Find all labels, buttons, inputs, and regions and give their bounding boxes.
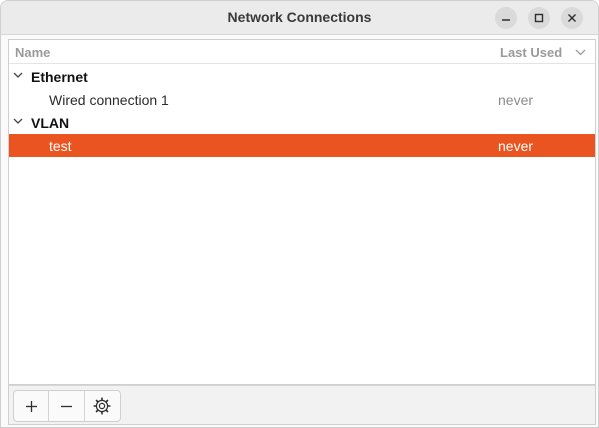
minimize-button[interactable] xyxy=(495,7,517,29)
group-row-vlan[interactable]: VLAN xyxy=(9,111,595,134)
bottom-toolbar xyxy=(8,385,596,425)
add-connection-button[interactable] xyxy=(14,391,50,421)
column-header-last-used[interactable]: Last Used xyxy=(500,45,562,60)
column-header-name[interactable]: Name xyxy=(15,45,50,60)
group-label: Ethernet xyxy=(31,69,88,85)
connection-name: Wired connection 1 xyxy=(49,92,169,108)
connection-last-used: never xyxy=(498,92,534,108)
title-bar[interactable]: Network Connections xyxy=(1,1,598,35)
connection-name: test xyxy=(49,138,72,154)
toolbar-button-group xyxy=(13,390,121,422)
remove-connection-button[interactable] xyxy=(49,391,85,421)
connection-row-selected[interactable]: test never xyxy=(9,134,595,157)
network-connections-window: Network Connections Name Last Used Ether… xyxy=(0,0,599,428)
edit-connection-button[interactable] xyxy=(85,391,120,421)
settings-icon xyxy=(93,397,111,415)
maximize-button[interactable] xyxy=(528,7,550,29)
close-button[interactable] xyxy=(561,7,583,29)
add-icon xyxy=(25,400,37,412)
connection-list[interactable]: Name Last Used Ethernet Wired connection… xyxy=(8,39,596,385)
sort-chevron-down-icon[interactable] xyxy=(575,49,586,56)
minimize-icon xyxy=(502,19,510,21)
expander-chevron-down-icon[interactable] xyxy=(13,72,23,79)
group-row-ethernet[interactable]: Ethernet xyxy=(9,65,595,88)
group-label: VLAN xyxy=(31,115,70,131)
connection-last-used: never xyxy=(498,138,534,154)
close-icon xyxy=(568,14,576,22)
remove-icon xyxy=(61,405,73,407)
list-header: Name Last Used xyxy=(9,40,595,64)
connection-row[interactable]: Wired connection 1 never xyxy=(9,88,595,111)
maximize-icon xyxy=(534,13,544,23)
expander-chevron-down-icon[interactable] xyxy=(13,118,23,125)
